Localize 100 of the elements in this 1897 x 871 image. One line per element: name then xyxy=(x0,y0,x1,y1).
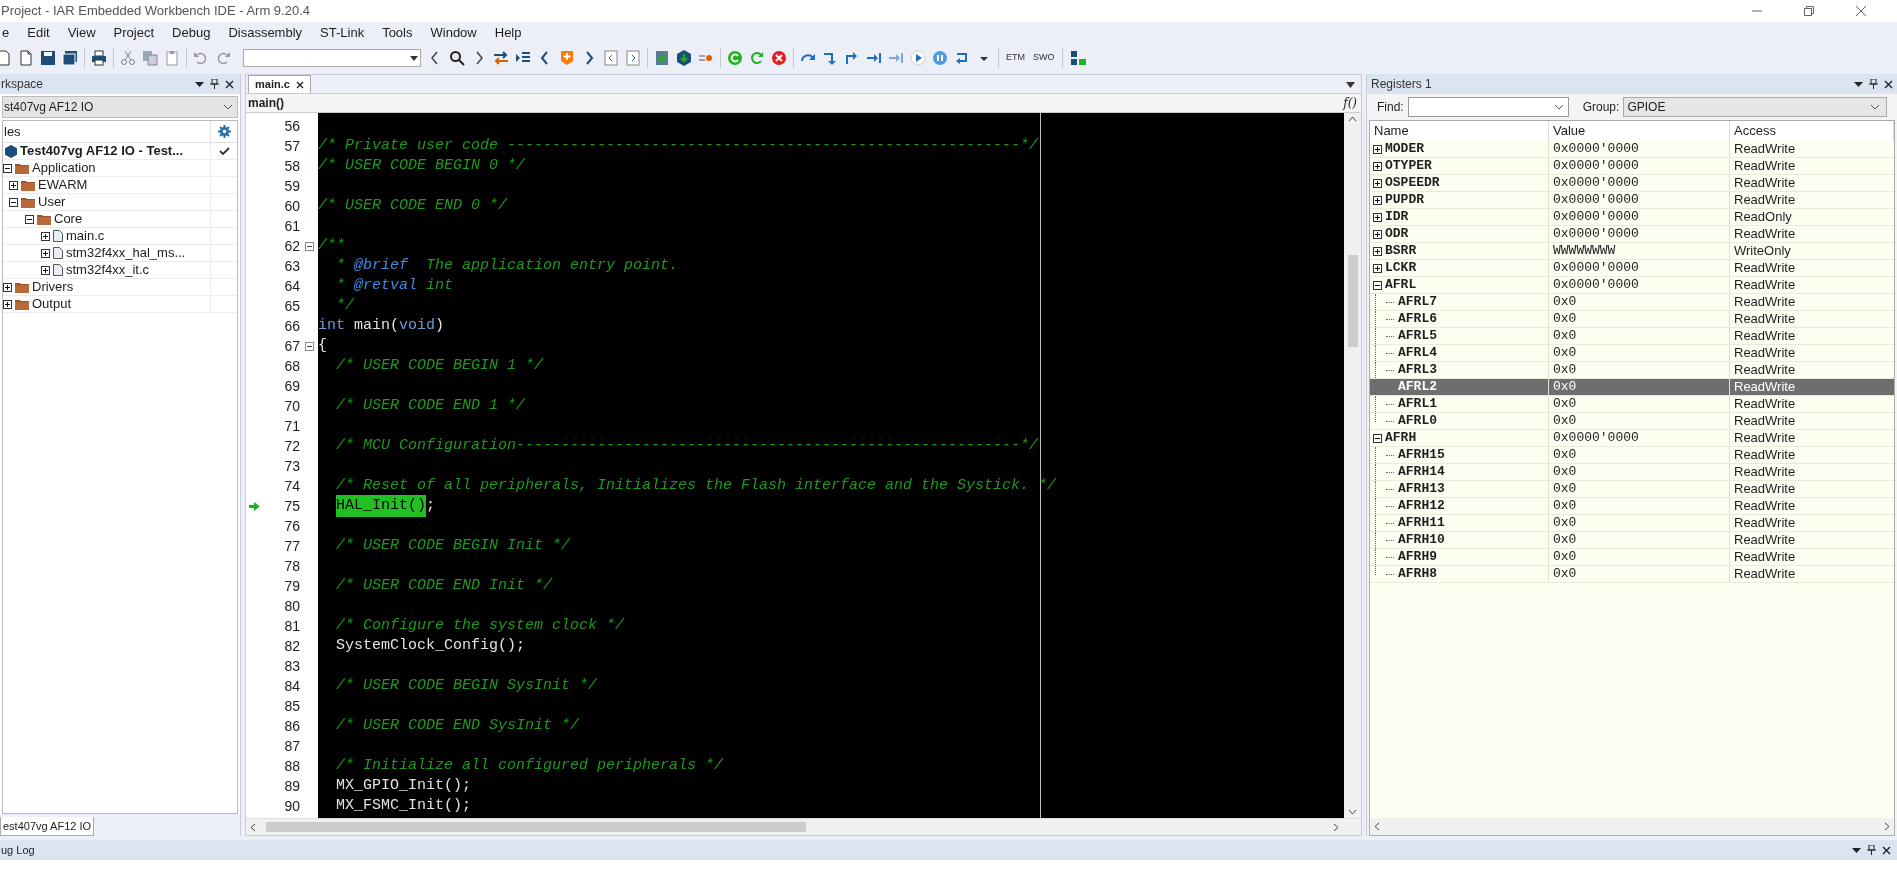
close-icon[interactable] xyxy=(225,79,234,89)
configuration-dropdown[interactable]: st407vg AF12 IO xyxy=(2,96,238,118)
scroll-thumb[interactable] xyxy=(266,822,806,832)
register-row[interactable]: AFRH14 0x0 ReadWrite xyxy=(1370,464,1894,481)
next-statement-icon[interactable] xyxy=(866,50,882,66)
register-row[interactable]: AFRL0 0x0 ReadWrite xyxy=(1370,413,1894,430)
swap-arrows-icon[interactable] xyxy=(493,50,509,66)
menu-item[interactable]: Edit xyxy=(25,23,52,43)
editor-tab[interactable]: main.c xyxy=(248,75,311,93)
horizontal-scrollbar[interactable] xyxy=(1370,818,1894,835)
bookmark-plus-icon[interactable] xyxy=(559,50,575,66)
menu-item[interactable]: e xyxy=(0,23,12,43)
scroll-left-icon[interactable] xyxy=(250,822,256,832)
expand-icon[interactable] xyxy=(1373,178,1382,188)
reset-icon[interactable] xyxy=(727,50,743,66)
expand-icon[interactable] xyxy=(9,180,18,190)
register-row[interactable]: AFRH13 0x0 ReadWrite xyxy=(1370,481,1894,498)
tree-item[interactable]: stm32f4xx_hal_ms... xyxy=(66,243,186,263)
column-header[interactable]: Value xyxy=(1549,121,1730,141)
close-icon[interactable] xyxy=(1884,79,1893,89)
tree-item[interactable]: User xyxy=(38,192,66,212)
expand-icon[interactable] xyxy=(1373,246,1382,256)
register-row[interactable]: AFRH12 0x0 ReadWrite xyxy=(1370,498,1894,515)
register-row[interactable]: IDR 0x0000'0000 ReadOnly xyxy=(1370,209,1894,226)
print-icon[interactable] xyxy=(91,50,107,66)
dropdown-icon[interactable] xyxy=(1852,845,1861,855)
menu-item[interactable]: Project xyxy=(111,23,157,43)
scroll-up-icon[interactable] xyxy=(1348,116,1357,122)
scroll-right-icon[interactable] xyxy=(1884,822,1890,831)
play-icon[interactable] xyxy=(910,50,926,66)
tree-item[interactable]: EWARM xyxy=(38,175,88,195)
register-row[interactable]: AFRL5 0x0 ReadWrite xyxy=(1370,328,1894,345)
dropdown-icon[interactable] xyxy=(1854,79,1863,89)
find-field[interactable] xyxy=(1407,97,1569,117)
hexagon-download-icon[interactable] xyxy=(676,50,692,66)
dropdown-icon[interactable] xyxy=(1346,82,1355,88)
collapse-icon[interactable] xyxy=(1373,433,1382,443)
register-row[interactable]: AFRH9 0x0 ReadWrite xyxy=(1370,549,1894,566)
register-row[interactable]: PUPDR 0x0000'0000 ReadWrite xyxy=(1370,192,1894,209)
menu-item[interactable]: Help xyxy=(492,23,524,43)
tree-item[interactable]: Output xyxy=(32,294,72,314)
tree-item[interactable]: Drivers xyxy=(32,277,74,297)
menu-item[interactable]: Debug xyxy=(170,23,213,43)
download-icon[interactable] xyxy=(654,50,670,66)
collapse-icon[interactable] xyxy=(3,163,12,173)
expand-icon[interactable] xyxy=(41,248,50,258)
scroll-left-icon[interactable] xyxy=(1374,822,1380,831)
paste-icon[interactable] xyxy=(164,50,180,66)
page-previous-icon[interactable] xyxy=(603,50,619,66)
toolbar-button[interactable]: SWO xyxy=(1032,51,1056,65)
register-row[interactable]: AFRH 0x0000'0000 ReadWrite xyxy=(1370,430,1894,447)
page-next-icon[interactable] xyxy=(625,50,641,66)
register-row[interactable]: AFRL1 0x0 ReadWrite xyxy=(1370,396,1894,413)
expand-icon[interactable] xyxy=(1373,212,1382,222)
step-out-icon[interactable] xyxy=(844,50,860,66)
search-combo-field[interactable] xyxy=(243,49,421,67)
toolbar-button[interactable]: ETM xyxy=(1005,51,1026,65)
step-into-icon[interactable] xyxy=(822,50,838,66)
collapse-icon[interactable] xyxy=(304,341,314,351)
column-header[interactable]: Access xyxy=(1730,121,1894,141)
register-row[interactable]: LCKR 0x0000'0000 ReadWrite xyxy=(1370,260,1894,277)
expand-icon[interactable] xyxy=(41,231,50,241)
register-row[interactable]: AFRL6 0x0 ReadWrite xyxy=(1370,311,1894,328)
horizontal-scrollbar[interactable] xyxy=(246,818,1361,835)
tree-item[interactable]: Core xyxy=(54,209,83,229)
register-row[interactable]: BSRR WWWWWWWW WriteOnly xyxy=(1370,243,1894,260)
pin-icon[interactable] xyxy=(210,79,219,89)
stop-icon[interactable] xyxy=(771,50,787,66)
tree-item[interactable]: stm32f4xx_it.c xyxy=(66,260,150,280)
register-row[interactable]: AFRH11 0x0 ReadWrite xyxy=(1370,515,1894,532)
workspace-tab[interactable]: est407vg AF12 IO xyxy=(0,817,95,836)
new-file-icon[interactable] xyxy=(0,50,12,66)
expand-icon[interactable] xyxy=(1373,229,1382,239)
search-icon[interactable] xyxy=(449,50,465,66)
function-list-button[interactable]: f() xyxy=(1343,94,1357,112)
menu-item[interactable]: ST-Link xyxy=(318,23,367,43)
dropdown-icon[interactable] xyxy=(195,79,204,89)
register-row[interactable]: MODER 0x0000'0000 ReadWrite xyxy=(1370,141,1894,158)
close-icon[interactable] xyxy=(295,80,304,89)
register-row[interactable]: ODR 0x0000'0000 ReadWrite xyxy=(1370,226,1894,243)
menu-item[interactable]: Window xyxy=(428,23,479,43)
tree-item[interactable]: Test407vg AF12 IO - Test... xyxy=(20,141,184,161)
register-row[interactable]: AFRL 0x0000'0000 ReadWrite xyxy=(1370,277,1894,294)
collapse-icon[interactable] xyxy=(304,241,314,251)
save-icon[interactable] xyxy=(40,50,56,66)
tree-item[interactable]: main.c xyxy=(66,226,105,246)
close-icon[interactable] xyxy=(1882,845,1891,855)
collapse-icon[interactable] xyxy=(25,214,34,224)
register-row[interactable]: AFRH15 0x0 ReadWrite xyxy=(1370,447,1894,464)
vertical-scrollbar[interactable] xyxy=(1344,113,1361,818)
collapse-icon[interactable] xyxy=(1373,280,1382,290)
save-all-icon[interactable] xyxy=(62,50,78,66)
expand-icon[interactable] xyxy=(3,299,12,309)
expand-icon[interactable] xyxy=(1373,144,1382,154)
menu-item[interactable]: View xyxy=(65,23,98,43)
expand-icon[interactable] xyxy=(41,265,50,275)
restore-icon[interactable] xyxy=(1803,5,1815,17)
scroll-thumb[interactable] xyxy=(1347,255,1358,347)
gear-icon[interactable] xyxy=(217,125,231,138)
register-row[interactable]: AFRH8 0x0 ReadWrite xyxy=(1370,566,1894,583)
